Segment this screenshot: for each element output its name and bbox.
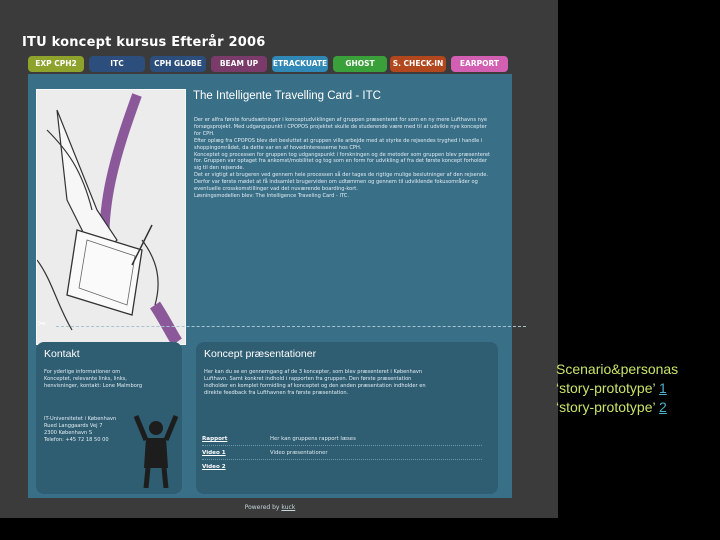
- website-screenshot: ITU koncept kursus Efterår 2006 EXP CPH2…: [0, 0, 558, 518]
- hero-paragraph: Efter oplæg fra CPOPOS blev det beslutte…: [194, 137, 483, 151]
- link-row: Video 1 Video præsentationer: [202, 450, 482, 462]
- tab-s-check-in[interactable]: S. CHECK-IN: [390, 56, 446, 72]
- tab-cph-globe[interactable]: CPH GLOBE: [150, 56, 206, 72]
- contact-box: Kontakt For yderlige informationer om Ko…: [36, 342, 182, 494]
- link-video-2[interactable]: Video 2: [202, 464, 226, 470]
- divider: [56, 326, 526, 327]
- footer: Powered by kuck: [28, 504, 512, 511]
- footer-link[interactable]: kuck: [281, 504, 295, 511]
- contact-title: Kontakt: [44, 348, 80, 360]
- row-divider: [202, 445, 482, 446]
- hero-body: Der er alfra første forudsætninger i kon…: [194, 117, 494, 200]
- hero-paragraph: Det er vigtigt at brugeren ved gennem he…: [194, 172, 488, 193]
- link-row: Rapport Her kan gruppens rapport læses: [202, 436, 482, 448]
- tab-beam-up[interactable]: BEAM UP: [211, 56, 267, 72]
- site-title: ITU koncept kursus Efterår 2006: [22, 35, 266, 50]
- tab-earport[interactable]: EARPORT: [451, 56, 508, 72]
- notes-line: ‘story-prototype’ 2: [556, 398, 678, 417]
- address-line: Rued Langgaards Vej 7: [44, 422, 103, 429]
- notes-line: ‘story-prototype’ 1: [556, 379, 678, 398]
- tab-ghost[interactable]: GHOST: [333, 56, 387, 72]
- hero-paragraph: Konceptet og processen for gruppen tog u…: [194, 151, 490, 172]
- address-line: 2300 København S: [44, 429, 93, 436]
- notes-prefix: ‘story-prototype’: [556, 380, 656, 396]
- link-rapport[interactable]: Rapport: [202, 436, 227, 442]
- concept-intro: Her kan du se en gennemgang af de 3 konc…: [204, 369, 426, 396]
- hero-paragraph: Løsningsmodellen blev: The Intelligence …: [194, 192, 349, 199]
- hero-paragraph: Der er alfra første forudsætninger i kon…: [194, 117, 488, 137]
- content-panel: The Intelligente Travelling Card - ITC D…: [28, 74, 526, 511]
- link-description: Video præsentationer: [270, 450, 328, 456]
- slide-notes: Scenario&personas ‘story-prototype’ 1 ‘s…: [556, 360, 678, 417]
- footer-prefix: Powered by: [244, 504, 280, 511]
- address-line: Telefon: +45 72 18 50 00: [44, 436, 109, 443]
- person-photo: [132, 408, 180, 489]
- contact-address: IT-Universitetet i København Rued Langga…: [44, 416, 134, 444]
- contact-intro: For yderlige informationer om Konceptet,…: [44, 369, 143, 389]
- notes-prefix: ‘story-prototype’: [556, 399, 656, 415]
- contact-text: For yderlige informationer om Konceptet,…: [44, 369, 144, 390]
- hero-title: The Intelligente Travelling Card - ITC: [193, 90, 381, 102]
- concept-text: Her kan du se en gennemgang af de 3 konc…: [204, 369, 434, 397]
- tab-exp-cph2[interactable]: EXP CPH2: [28, 56, 84, 72]
- concept-title: Koncept præsentationer: [204, 348, 317, 360]
- hands-sketch-image: [36, 89, 186, 346]
- story-prototype-link-1[interactable]: 1: [659, 380, 667, 396]
- scissors-icon: ✂: [38, 319, 47, 330]
- link-description: Her kan gruppens rapport læses: [270, 436, 356, 442]
- row-divider: [202, 459, 482, 460]
- link-video-1[interactable]: Video 1: [202, 450, 226, 456]
- tab-itc[interactable]: ITC: [89, 56, 145, 72]
- tab-etrackuate[interactable]: ETRACKUATE: [272, 56, 328, 72]
- link-row: Video 2: [202, 464, 482, 476]
- concept-box: Koncept præsentationer Her kan du se en …: [196, 342, 498, 494]
- address-line: IT-Universitetet i København: [44, 416, 117, 422]
- story-prototype-link-2[interactable]: 2: [659, 399, 667, 415]
- notes-line: Scenario&personas: [556, 361, 679, 377]
